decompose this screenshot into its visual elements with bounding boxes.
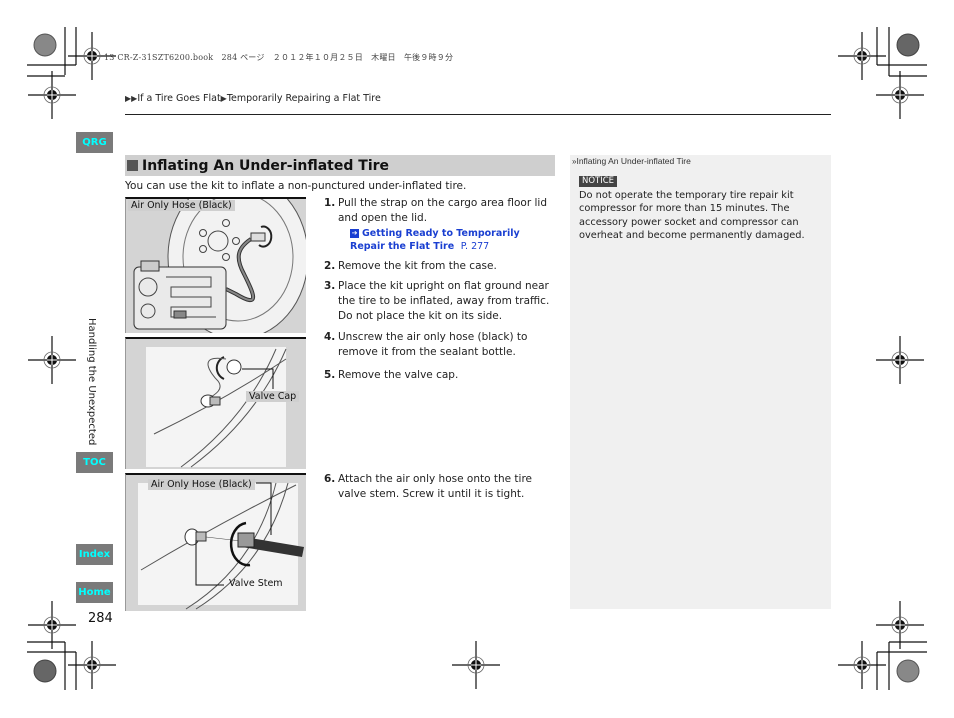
section-intro: You can use the kit to inflate a non-pun… (125, 180, 467, 192)
reference-arrow-icon: ➔ (350, 229, 359, 238)
step-number: 2. (324, 260, 336, 272)
step-item: 6. Attach the air only hose onto the tir… (324, 472, 556, 502)
registration-crosshair-icon (28, 336, 76, 384)
step-text: Remove the valve cap. (338, 369, 459, 381)
xref-title[interactable]: Getting Ready to Temporarily Repair the … (350, 228, 520, 252)
print-header: 13 CR-Z-31SZT6200.book 284 ページ ２０１２年１０月２… (104, 53, 454, 62)
step-number: 6. (324, 473, 336, 485)
attach-hose-illustration (126, 475, 306, 611)
breadcrumb-arrow-icon: ▶▶ (125, 94, 138, 103)
step-number: 1. (324, 197, 336, 209)
step-text: Attach the air only hose onto the tire v… (338, 473, 533, 500)
section-square-icon (127, 160, 138, 171)
step-item: 3. Place the kit upright on flat ground … (324, 279, 556, 324)
callout-air-hose: Air Only Hose (Black) (128, 200, 235, 211)
registration-crosshair-icon (876, 71, 924, 119)
callout-valve-cap: Valve Cap (246, 391, 300, 402)
step-item: 4. Unscrew the air only hose (black) to … (324, 330, 556, 360)
step-number: 3. (324, 280, 336, 292)
breadcrumb-item[interactable]: If a Tire Goes Flat (137, 93, 220, 104)
chapter-label: Handling the Unexpected (86, 318, 97, 446)
registration-crosshair-icon (68, 641, 116, 689)
step-item: 5. Remove the valve cap. (324, 368, 556, 383)
xref-page[interactable]: P. 277 (461, 241, 489, 252)
step-item: 1. Pull the strap on the cargo area floo… (324, 196, 556, 253)
figure-valve-cap: Valve Cap (125, 337, 306, 469)
registration-crosshair-icon (838, 641, 886, 689)
compressor-illustration (126, 199, 306, 333)
sidebar-title-text: Inflating An Under-inflated Tire (576, 156, 691, 166)
notice-badge: NOTICE (579, 176, 618, 187)
step-number: 5. (324, 369, 336, 381)
step-text: Remove the kit from the case. (338, 260, 497, 272)
callout-valve-stem: Valve Stem (229, 578, 283, 589)
home-button[interactable]: Home (76, 582, 113, 603)
sidebar-title: »Inflating An Under-inflated Tire (572, 156, 691, 166)
registration-crosshair-icon (452, 641, 500, 689)
registration-crosshair-icon (838, 32, 886, 80)
cross-reference-link[interactable]: ➔ Getting Ready to Temporarily Repair the… (338, 227, 556, 253)
step-item: 2. Remove the kit from the case. (324, 259, 556, 274)
breadcrumb: ▶▶If a Tire Goes Flat▶Temporarily Repair… (125, 93, 381, 104)
section-title: Inflating An Under-inflated Tire (142, 157, 390, 174)
page-number: 284 (88, 611, 113, 626)
notice-text: Do not operate the temporary tire repair… (579, 190, 805, 241)
step-number: 4. (324, 331, 336, 343)
step-text: Pull the strap on the cargo area floor l… (338, 197, 548, 224)
toc-button[interactable]: TOC (76, 452, 113, 473)
qrg-button[interactable]: QRG (76, 132, 113, 153)
section-heading: Inflating An Under-inflated Tire (125, 155, 555, 176)
header-rule (125, 114, 831, 115)
callout-air-hose: Air Only Hose (Black) (148, 479, 255, 490)
figure-attach-hose: Air Only Hose (Black) Valve Stem (125, 473, 306, 611)
registration-crosshair-icon (876, 336, 924, 384)
step-text: Place the kit upright on flat ground nea… (338, 280, 550, 322)
step-text: Unscrew the air only hose (black) to rem… (338, 331, 528, 358)
index-button[interactable]: Index (76, 544, 113, 565)
valve-cap-illustration (126, 339, 306, 469)
figure-compressor-kit: Air Only Hose (Black) (125, 197, 306, 333)
breadcrumb-item[interactable]: Temporarily Repairing a Flat Tire (227, 93, 381, 104)
registration-crosshair-icon (28, 71, 76, 119)
